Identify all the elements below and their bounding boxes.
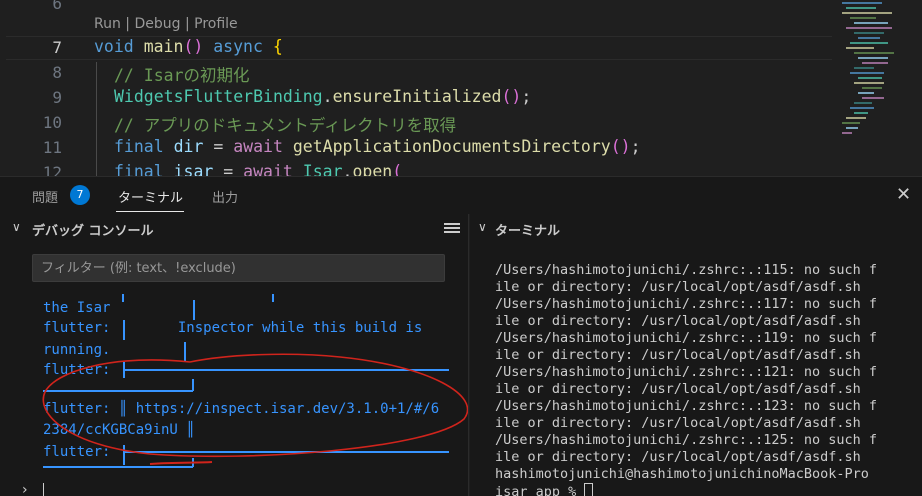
debug-console-pane: ∨ デバッグ コンソール the Isar flutter: Inspector… — [0, 214, 469, 496]
codelens-actions[interactable]: Run | Debug | Profile — [94, 16, 238, 32]
terminal-line: /Users/hashimotojunichi/.zshrc:.:123: no… — [495, 398, 878, 414]
minimap-stroke — [862, 62, 888, 64]
line-number: 8 — [52, 63, 62, 82]
code-line[interactable]: WidgetsFlutterBinding.ensureInitialized(… — [114, 87, 531, 106]
terminal-line: ile or directory: /usr/local/opt/asdf/as… — [495, 279, 861, 295]
code-line[interactable]: void main() async { — [94, 37, 283, 56]
terminal-line: /Users/hashimotojunichi/.zshrc:.:125: no… — [495, 432, 878, 448]
console-input-caret[interactable] — [43, 483, 44, 496]
line-number: 11 — [42, 138, 62, 157]
terminal-title: ターミナル — [495, 224, 561, 239]
minimap-stroke — [858, 37, 880, 39]
minimap-stroke — [858, 57, 888, 59]
minimap-stroke — [854, 22, 888, 24]
minimap-stroke — [850, 42, 888, 44]
hand-drawn-annotation — [42, 353, 468, 465]
line-number: 6 — [52, 0, 62, 13]
minimap-stroke — [854, 32, 884, 34]
minimap-stroke — [846, 7, 876, 9]
minimap-stroke — [842, 12, 892, 14]
line-number: 12 — [42, 163, 62, 176]
terminal-header[interactable]: ∨ ターミナル — [470, 214, 922, 242]
minimap-stroke — [850, 17, 876, 19]
code-line[interactable]: // Isarの初期化 — [114, 62, 250, 86]
minimap-stroke — [862, 97, 884, 99]
terminal-line: ile or directory: /usr/local/opt/asdf/as… — [495, 347, 861, 363]
problems-count-badge: 7 — [70, 185, 90, 205]
indent-guide — [96, 62, 97, 176]
terminal-line: ile or directory: /usr/local/opt/asdf/as… — [495, 381, 861, 397]
line-number: 9 — [52, 88, 62, 107]
minimap-stroke — [854, 102, 872, 104]
terminal-line: ile or directory: /usr/local/opt/asdf/as… — [495, 415, 861, 431]
line-number: 7 — [52, 38, 62, 57]
terminal-line: hashimotojunichi@hashimotojunichinoMacBo… — [495, 466, 869, 482]
terminal-prompt-line[interactable]: isar_app % — [495, 483, 594, 496]
minimap[interactable] — [832, 0, 922, 176]
active-tab-indicator — [116, 211, 184, 212]
chevron-down-icon[interactable]: ∨ — [478, 220, 487, 234]
tab-problems[interactable]: 問題 — [32, 187, 58, 206]
minimap-stroke — [854, 112, 868, 114]
terminal-cursor — [584, 483, 594, 496]
terminal-line: /Users/hashimotojunichi/.zshrc:.:121: no… — [495, 364, 878, 380]
tab-output[interactable]: 出力 — [212, 187, 238, 206]
minimap-stroke — [862, 87, 882, 89]
terminal-line: ile or directory: /usr/local/opt/asdf/as… — [495, 313, 861, 329]
minimap-stroke — [842, 122, 860, 124]
minimap-stroke — [854, 52, 894, 54]
minimap-stroke — [846, 127, 858, 129]
terminal-line: /Users/hashimotojunichi/.zshrc:.:119: no… — [495, 330, 878, 346]
minimap-stroke — [846, 117, 866, 119]
minimap-stroke — [854, 82, 884, 84]
minimap-stroke — [858, 77, 882, 79]
line-number: 10 — [42, 113, 62, 132]
terminal-prompt: isar_app % — [495, 484, 585, 496]
panel-tab-bar: 問題 7 ターミナル 出力 ✕ — [0, 176, 922, 214]
code-line[interactable]: final isar = await Isar.open( — [114, 162, 402, 176]
minimap-stroke — [850, 107, 874, 109]
chevron-right-icon: › — [22, 482, 28, 496]
minimap-stroke — [846, 47, 874, 49]
terminal-line: /Users/hashimotojunichi/.zshrc:.:117: no… — [495, 296, 878, 312]
terminal-line: ile or directory: /usr/local/opt/asdf/as… — [495, 449, 861, 465]
minimap-stroke — [842, 2, 882, 4]
minimap-stroke — [850, 72, 884, 74]
terminal-line: /Users/hashimotojunichi/.zshrc:.:115: no… — [495, 262, 878, 278]
minimap-stroke — [858, 92, 874, 94]
terminal-pane[interactable]: ∨ ターミナル /Users/hashimotojunichi/.zshrc:.… — [470, 214, 922, 496]
minimap-stroke — [846, 27, 892, 29]
minimap-stroke — [854, 67, 874, 69]
close-icon[interactable]: ✕ — [896, 184, 911, 205]
code-editor[interactable]: 6 Run | Debug | Profile 7 void main() as… — [0, 0, 922, 176]
code-line[interactable]: final dir = await getApplicationDocument… — [114, 137, 641, 156]
tab-terminal[interactable]: ターミナル — [118, 187, 183, 206]
code-line[interactable]: // アプリのドキュメントディレクトリを取得 — [114, 112, 456, 136]
minimap-stroke — [842, 132, 852, 134]
